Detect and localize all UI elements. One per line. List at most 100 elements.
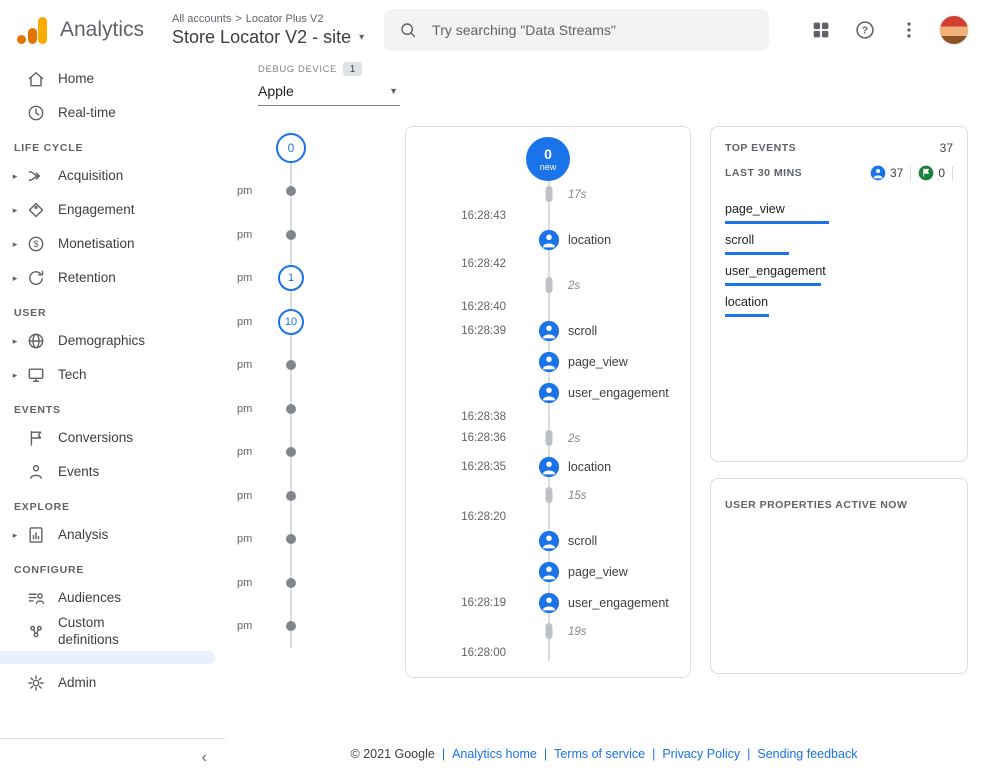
event-name[interactable]: location [568, 460, 611, 474]
sidebar-item-conversions[interactable]: Conversions [0, 421, 225, 455]
event-name[interactable]: user_engagement [568, 386, 669, 400]
metric-conversions: 0 [918, 165, 945, 181]
search-input[interactable] [430, 21, 755, 39]
events-icon [26, 462, 46, 482]
sidebar-item-analysis[interactable]: ▸Analysis [0, 518, 225, 552]
minute-time-label: pm [237, 446, 252, 458]
sidebar-item-label: Engagement [58, 202, 135, 219]
debug-device-selector[interactable]: DEBUG DEVICE 1 Apple ▼ [258, 62, 400, 106]
search-bar[interactable] [384, 9, 769, 51]
sidebar-item-admin[interactable]: Admin [0, 666, 225, 700]
event-name[interactable]: page_view [568, 565, 628, 579]
sidebar-item-label: Monetisation [58, 236, 135, 253]
badge-count: 0 [544, 147, 552, 161]
minute-bucket-dot[interactable] [286, 491, 296, 501]
minute-bucket-dot[interactable] [286, 621, 296, 631]
expand-arrow-icon: ▸ [6, 171, 24, 182]
seconds-row: 16:28:38 [406, 408, 690, 425]
breadcrumb-root[interactable]: All accounts [172, 13, 231, 25]
user-avatar[interactable] [939, 15, 969, 45]
event-name[interactable]: user_engagement [568, 596, 669, 610]
event-name[interactable]: scroll [568, 534, 597, 548]
sidebar-item-audiences[interactable]: Audiences [0, 581, 225, 615]
minute-bucket-dot[interactable] [286, 578, 296, 588]
minute-bucket-count[interactable]: 1 [278, 265, 304, 291]
more-menu-button[interactable] [891, 12, 927, 48]
apps-grid-button[interactable] [803, 12, 839, 48]
event-time: 16:28:42 [406, 258, 506, 270]
analytics-logo-icon [16, 15, 50, 45]
sidebar-item-label: Home [58, 71, 94, 88]
event-user-icon[interactable] [538, 351, 560, 373]
top-event-name: location [725, 295, 953, 314]
sidebar-item-custom-definitions[interactable]: Custom definitions [0, 615, 225, 649]
property-switcher[interactable]: All accounts > Locator Plus V2 Store Loc… [172, 13, 364, 48]
event-name[interactable]: location [568, 233, 611, 247]
minute-bucket-count[interactable]: 0 [276, 133, 306, 163]
analytics-logo-block[interactable]: Analytics [16, 15, 144, 45]
sidebar-item-acquisition[interactable]: ▸Acquisition [0, 159, 225, 193]
sidebar-item-real-time[interactable]: Real-time [0, 96, 225, 130]
minute-time-label: pm [237, 185, 252, 197]
top-header: Analytics All accounts > Locator Plus V2… [0, 0, 983, 61]
collapse-sidebar-button[interactable]: ‹ [0, 738, 225, 776]
event-user-icon[interactable] [538, 229, 560, 251]
event-user-icon[interactable] [538, 530, 560, 552]
event-user-icon[interactable] [538, 592, 560, 614]
event-user-icon[interactable] [538, 561, 560, 583]
top-events-rows: page_viewscroll user_engagement location [725, 193, 953, 317]
gap-duration: 2s [568, 433, 580, 445]
sidebar-item-demographics[interactable]: ▸Demographics [0, 324, 225, 358]
minute-time-label: pm [237, 490, 252, 502]
sidebar-item-retention[interactable]: ▸Retention [0, 261, 225, 295]
top-event-row[interactable]: page_view [725, 193, 953, 224]
device-dropdown[interactable]: Apple ▼ [258, 76, 400, 106]
new-events-badge[interactable]: 0 new [526, 137, 570, 181]
sidebar-item-tech[interactable]: ▸Tech [0, 358, 225, 392]
minute-bucket-dot[interactable] [286, 360, 296, 370]
top-events-total: 37 [940, 141, 953, 155]
sidebar-selected-item-partial[interactable] [0, 651, 215, 664]
help-button[interactable]: ? [847, 12, 883, 48]
event-time: 16:28:40 [406, 301, 506, 313]
seconds-row: location [406, 224, 690, 255]
event-user-icon[interactable] [538, 382, 560, 404]
minute-bucket-dot[interactable] [286, 447, 296, 457]
footer-link-privacy-policy[interactable]: Privacy Policy [662, 747, 740, 761]
footer-link-analytics-home[interactable]: Analytics home [452, 747, 537, 761]
minute-bucket-dot[interactable] [286, 534, 296, 544]
debug-device-label: DEBUG DEVICE [258, 64, 337, 75]
seconds-row: 19s [406, 618, 690, 644]
top-event-row[interactable]: scroll [725, 224, 953, 255]
event-time: 16:28:36 [406, 432, 506, 444]
event-name[interactable]: page_view [568, 355, 628, 369]
event-name[interactable]: scroll [568, 324, 597, 338]
seconds-row: 16:28:36 2s [406, 425, 690, 451]
gap-capsule [546, 277, 553, 293]
minute-bucket-count[interactable]: 10 [278, 309, 304, 335]
minute-bucket-dot[interactable] [286, 404, 296, 414]
footer-link-terms-of-service[interactable]: Terms of service [554, 747, 645, 761]
footer-copyright: © 2021 Google [351, 747, 435, 761]
minute-bucket-dot[interactable] [286, 186, 296, 196]
event-user-icon[interactable] [538, 456, 560, 478]
top-event-bar [725, 314, 769, 317]
top-events-metrics: 370 [870, 165, 953, 181]
demographics-icon [26, 331, 46, 351]
search-icon [398, 20, 418, 40]
sidebar-item-engagement[interactable]: ▸Engagement [0, 193, 225, 227]
top-event-name: user_engagement [725, 264, 953, 283]
user-properties-title: USER PROPERTIES ACTIVE NOW [725, 499, 907, 511]
top-event-row[interactable]: user_engagement [725, 255, 953, 286]
sidebar-item-label: Events [58, 464, 99, 481]
minute-bucket-dot[interactable] [286, 230, 296, 240]
sidebar-item-events[interactable]: Events [0, 455, 225, 489]
analysis-icon [26, 525, 46, 545]
footer-link-sending-feedback[interactable]: Sending feedback [757, 747, 857, 761]
metric-divider [910, 166, 911, 181]
expand-arrow-icon: ▸ [6, 336, 24, 347]
sidebar-item-home[interactable]: Home [0, 62, 225, 96]
sidebar-item-monetisation[interactable]: ▸$Monetisation [0, 227, 225, 261]
top-event-row[interactable]: location [725, 286, 953, 317]
event-user-icon[interactable] [538, 320, 560, 342]
